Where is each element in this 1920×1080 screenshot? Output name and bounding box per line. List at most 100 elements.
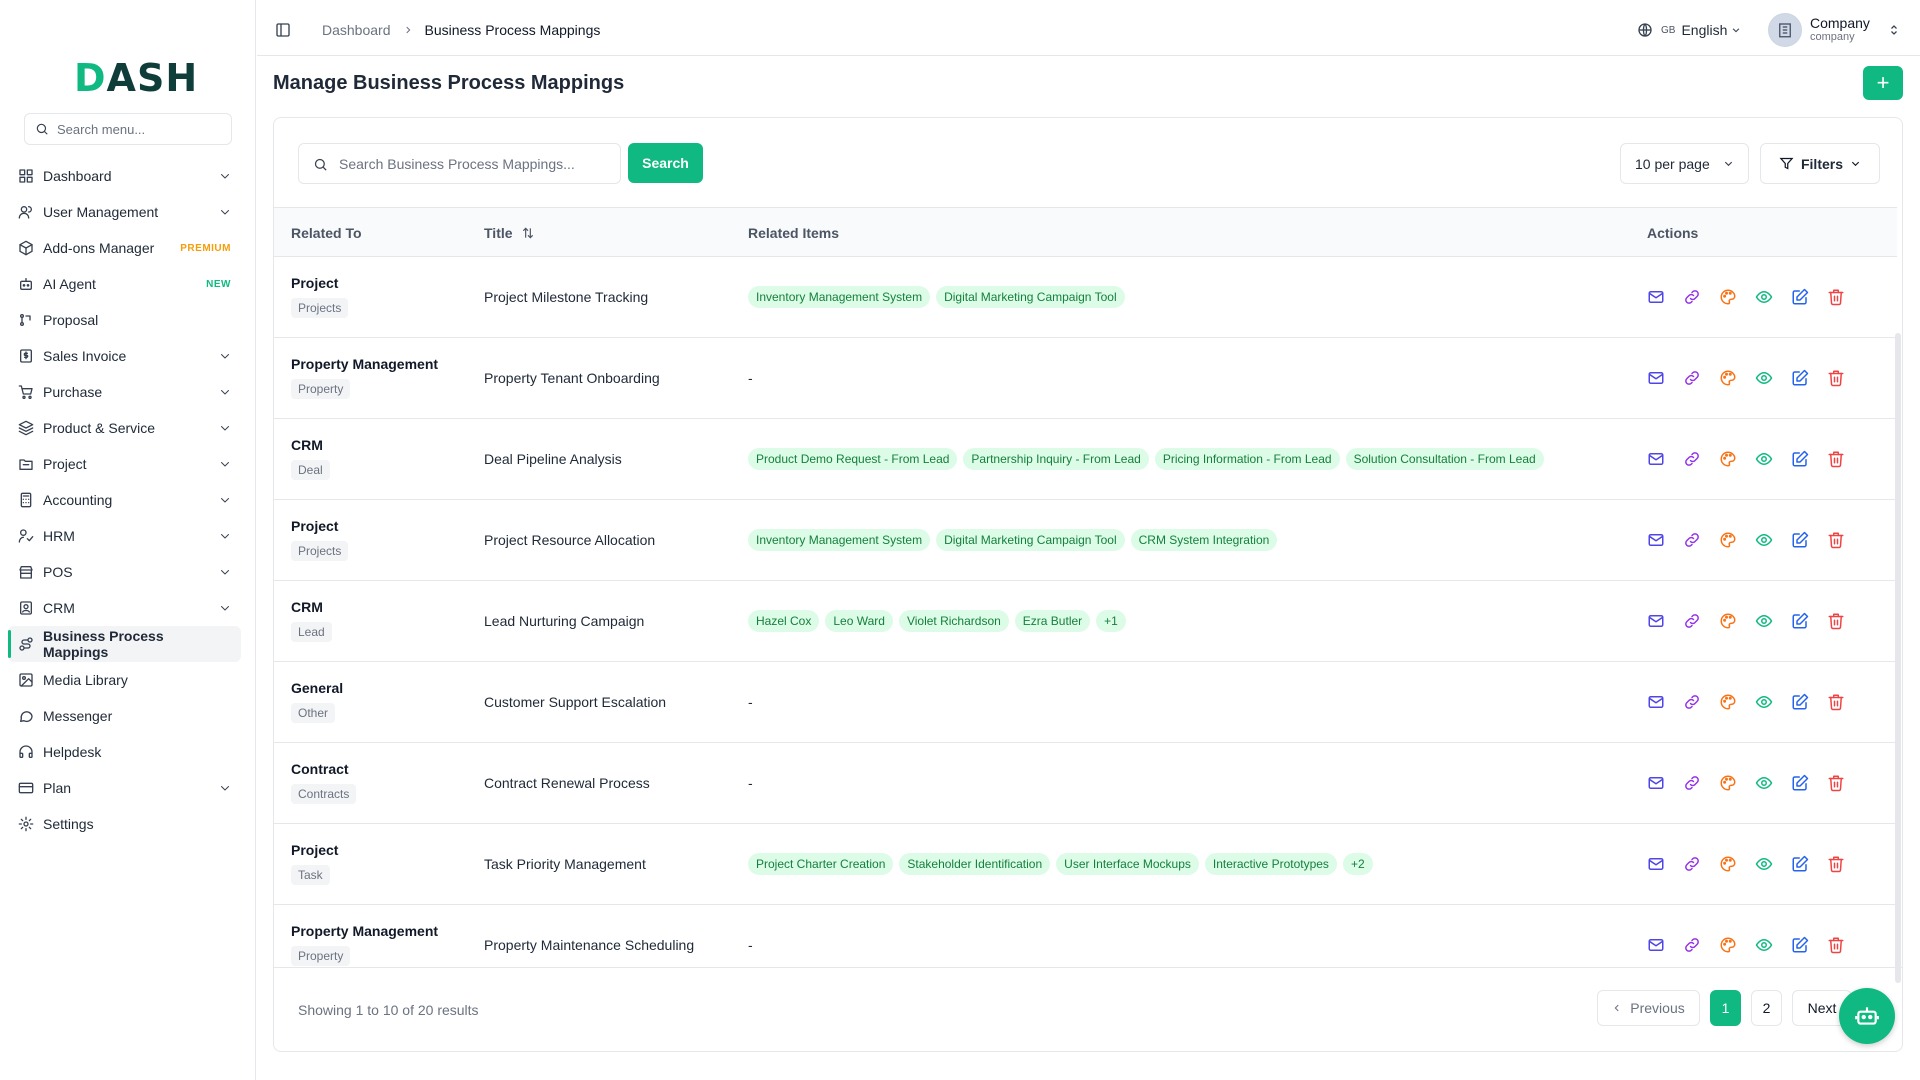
trash-icon[interactable] <box>1827 450 1845 468</box>
palette-icon[interactable] <box>1719 450 1737 468</box>
chevron-down-icon[interactable] <box>219 350 231 362</box>
mail-icon[interactable] <box>1647 531 1665 549</box>
sidebar-item-dashboard[interactable]: Dashboard <box>8 158 241 194</box>
chevron-down-icon[interactable] <box>219 782 231 794</box>
mail-icon[interactable] <box>1647 936 1665 954</box>
link-icon[interactable] <box>1683 855 1701 873</box>
link-icon[interactable] <box>1683 369 1701 387</box>
chevron-down-icon[interactable] <box>219 206 231 218</box>
eye-icon[interactable] <box>1755 855 1773 873</box>
edit-icon[interactable] <box>1791 369 1809 387</box>
per-page-select[interactable]: 10 per page <box>1620 143 1749 184</box>
page-1-button[interactable]: 1 <box>1710 990 1741 1026</box>
palette-icon[interactable] <box>1719 531 1737 549</box>
sidebar-item-settings[interactable]: Settings <box>8 806 241 842</box>
mappings-search-input[interactable]: Search Business Process Mappings... <box>298 143 621 184</box>
eye-icon[interactable] <box>1755 612 1773 630</box>
eye-icon[interactable] <box>1755 693 1773 711</box>
sidebar-item-pos[interactable]: POS <box>8 554 241 590</box>
app-logo[interactable]: DASH <box>74 56 198 100</box>
table-scrollbar[interactable] <box>1895 333 1901 983</box>
breadcrumb-dashboard[interactable]: Dashboard <box>322 22 391 38</box>
link-icon[interactable] <box>1683 531 1701 549</box>
chevron-down-icon[interactable] <box>219 386 231 398</box>
sidebar-item-proposal[interactable]: Proposal <box>8 302 241 338</box>
trash-icon[interactable] <box>1827 855 1845 873</box>
language-selector[interactable]: GB English <box>1637 22 1741 38</box>
palette-icon[interactable] <box>1719 774 1737 792</box>
sort-icon[interactable] <box>521 226 535 240</box>
sidebar-item-user-management[interactable]: User Management <box>8 194 241 230</box>
previous-button[interactable]: Previous <box>1597 990 1700 1026</box>
eye-icon[interactable] <box>1755 774 1773 792</box>
chevron-down-icon[interactable] <box>219 602 231 614</box>
link-icon[interactable] <box>1683 612 1701 630</box>
eye-icon[interactable] <box>1755 288 1773 306</box>
mail-icon[interactable] <box>1647 855 1665 873</box>
sidebar-item-purchase[interactable]: Purchase <box>8 374 241 410</box>
sidebar-item-plan[interactable]: Plan <box>8 770 241 806</box>
palette-icon[interactable] <box>1719 693 1737 711</box>
sidebar-item-sales-invoice[interactable]: Sales Invoice <box>8 338 241 374</box>
trash-icon[interactable] <box>1827 531 1845 549</box>
sidebar-search-input[interactable]: Search menu... <box>24 113 232 145</box>
edit-icon[interactable] <box>1791 693 1809 711</box>
chatbot-button[interactable] <box>1839 988 1895 1044</box>
link-icon[interactable] <box>1683 693 1701 711</box>
mail-icon[interactable] <box>1647 774 1665 792</box>
edit-icon[interactable] <box>1791 531 1809 549</box>
eye-icon[interactable] <box>1755 450 1773 468</box>
trash-icon[interactable] <box>1827 936 1845 954</box>
eye-icon[interactable] <box>1755 369 1773 387</box>
sidebar-item-product-service[interactable]: Product & Service <box>8 410 241 446</box>
mail-icon[interactable] <box>1647 369 1665 387</box>
mail-icon[interactable] <box>1647 612 1665 630</box>
trash-icon[interactable] <box>1827 288 1845 306</box>
trash-icon[interactable] <box>1827 369 1845 387</box>
sidebar-item-media-library[interactable]: Media Library <box>8 662 241 698</box>
chevron-down-icon[interactable] <box>219 458 231 470</box>
chevron-down-icon[interactable] <box>219 530 231 542</box>
sidebar-item-hrm[interactable]: HRM <box>8 518 241 554</box>
sidebar-item-ai-agent[interactable]: AI Agent NEW <box>8 266 241 302</box>
palette-icon[interactable] <box>1719 288 1737 306</box>
company-switcher[interactable]: Company company <box>1768 13 1900 47</box>
link-icon[interactable] <box>1683 936 1701 954</box>
mail-icon[interactable] <box>1647 450 1665 468</box>
column-title[interactable]: Title <box>484 225 535 241</box>
mail-icon[interactable] <box>1647 288 1665 306</box>
mail-icon[interactable] <box>1647 693 1665 711</box>
palette-icon[interactable] <box>1719 612 1737 630</box>
link-icon[interactable] <box>1683 288 1701 306</box>
sidebar-item-crm[interactable]: CRM <box>8 590 241 626</box>
add-button[interactable]: + <box>1863 66 1903 100</box>
sidebar-toggle-icon[interactable] <box>275 22 291 38</box>
edit-icon[interactable] <box>1791 936 1809 954</box>
edit-icon[interactable] <box>1791 288 1809 306</box>
eye-icon[interactable] <box>1755 531 1773 549</box>
search-button[interactable]: Search <box>628 143 703 183</box>
sidebar-item-helpdesk[interactable]: Helpdesk <box>8 734 241 770</box>
edit-icon[interactable] <box>1791 612 1809 630</box>
chevron-down-icon[interactable] <box>219 422 231 434</box>
chevron-down-icon[interactable] <box>219 566 231 578</box>
link-icon[interactable] <box>1683 450 1701 468</box>
edit-icon[interactable] <box>1791 855 1809 873</box>
sidebar-item-messenger[interactable]: Messenger <box>8 698 241 734</box>
chevron-down-icon[interactable] <box>219 170 231 182</box>
page-2-button[interactable]: 2 <box>1751 990 1782 1026</box>
palette-icon[interactable] <box>1719 855 1737 873</box>
eye-icon[interactable] <box>1755 936 1773 954</box>
filters-button[interactable]: Filters <box>1760 143 1880 184</box>
sidebar-item-add-ons-manager[interactable]: Add-ons Manager PREMIUM <box>8 230 241 266</box>
sidebar-item-accounting[interactable]: Accounting <box>8 482 241 518</box>
trash-icon[interactable] <box>1827 774 1845 792</box>
palette-icon[interactable] <box>1719 936 1737 954</box>
trash-icon[interactable] <box>1827 693 1845 711</box>
edit-icon[interactable] <box>1791 774 1809 792</box>
edit-icon[interactable] <box>1791 450 1809 468</box>
palette-icon[interactable] <box>1719 369 1737 387</box>
trash-icon[interactable] <box>1827 612 1845 630</box>
chevron-down-icon[interactable] <box>219 494 231 506</box>
sidebar-item-business-process-mappings[interactable]: Business Process Mappings <box>8 626 241 662</box>
